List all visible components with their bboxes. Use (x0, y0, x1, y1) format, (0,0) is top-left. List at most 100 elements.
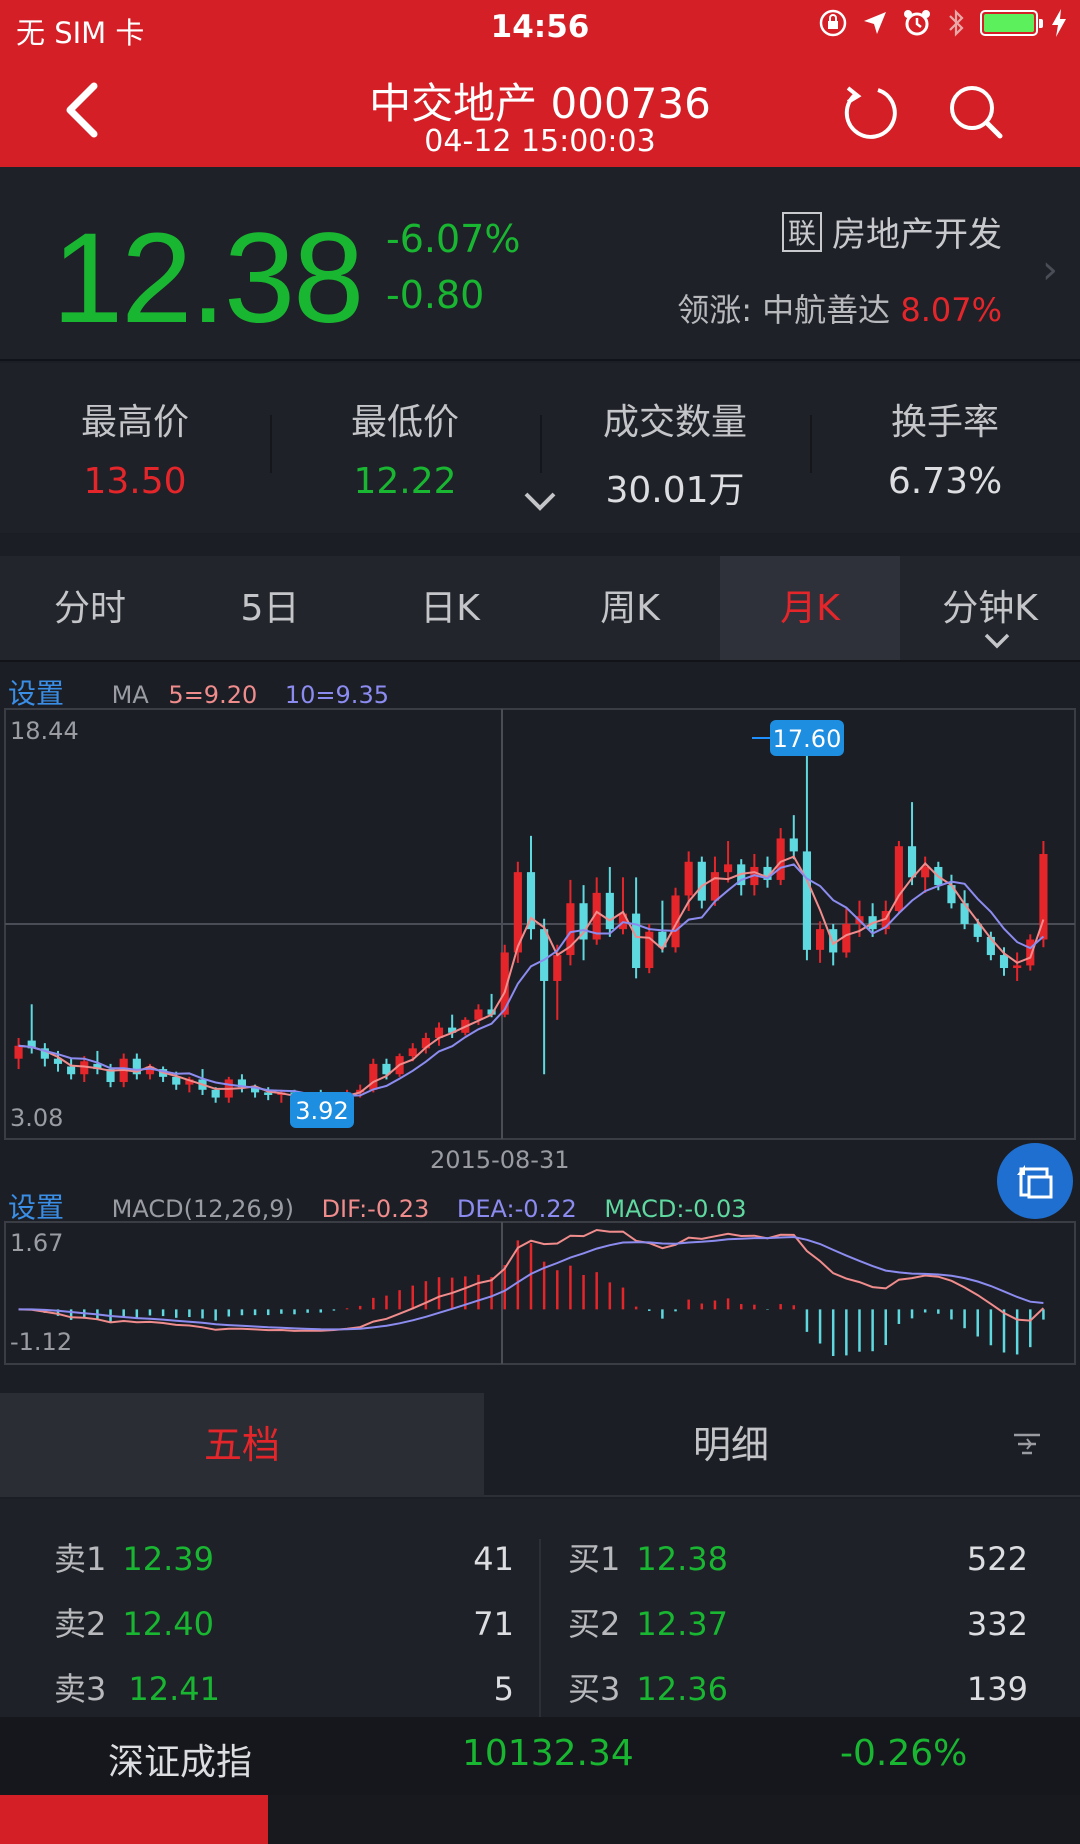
stat-value: 30.01万 (605, 470, 745, 511)
leader-percent: 8.07% (900, 291, 1002, 329)
leader-name: 中航善达 (762, 291, 891, 329)
candle-body (632, 913, 641, 969)
chevron-right-icon[interactable]: › (1042, 247, 1058, 293)
tab-weekly-k[interactable]: 周K (540, 556, 720, 660)
ma5-value: 5=9.20 (168, 681, 258, 709)
high-marker: 17.60 (752, 720, 844, 756)
bottom-nav-item[interactable] (268, 1795, 539, 1844)
status-icons (818, 8, 1066, 38)
candle-body (1026, 939, 1035, 966)
tab-minute-k[interactable]: 分钟K (900, 556, 1080, 660)
index-name: 深证成指 (108, 1742, 253, 1783)
landscape-icon (1017, 1165, 1053, 1199)
search-button[interactable] (944, 80, 1008, 144)
candle-body (211, 1089, 220, 1098)
stat-low: 最低价 12.22 (270, 393, 540, 502)
candle-body (172, 1076, 181, 1085)
refresh-icon (844, 86, 897, 139)
candle-body (553, 955, 562, 981)
location-icon (864, 12, 886, 34)
candle-body (815, 929, 825, 950)
sector-icon: 联 (782, 211, 822, 252)
sector-link[interactable]: 联 房地产开发 (782, 207, 1002, 256)
sector-name: 房地产开发 (832, 215, 1002, 255)
y-min-label: 3.08 (10, 1104, 63, 1132)
level-qty: 71 (473, 1605, 514, 1643)
bottom-nav-item[interactable] (539, 1795, 810, 1844)
rotation-lock-icon (819, 9, 847, 37)
index-value: 10132.34 (462, 1733, 634, 1774)
candle-body (921, 866, 930, 878)
change-percent: -6.07% (386, 217, 521, 261)
level-price: 12.36 (636, 1670, 728, 1708)
candle-body (67, 1066, 76, 1075)
kline-chart[interactable]: 18.44 3.08 17.60 3.92 (0, 706, 1080, 1142)
level-qty: 522 (966, 1540, 1028, 1578)
crosshair-date: 2015-08-31 (430, 1146, 570, 1174)
stat-label: 最低价 (350, 402, 459, 443)
stat-label: 换手率 (890, 402, 999, 443)
filter-icon (1014, 1433, 1040, 1455)
buy-row-3: 买3 12.36 139 (568, 1657, 1028, 1722)
buy-row-2: 买2 12.37 332 (568, 1592, 1028, 1657)
charging-icon (1052, 9, 1066, 37)
level-price: 12.41 (128, 1670, 220, 1708)
stat-value: 12.22 (353, 461, 457, 502)
macd-title: MACD(12,26,9) (111, 1195, 294, 1223)
candle-body (789, 838, 798, 852)
stat-value: 6.73% (887, 461, 1003, 502)
level-qty: 41 (473, 1540, 514, 1578)
candle-body (540, 929, 549, 981)
tab-daily-k[interactable]: 日K (360, 556, 540, 660)
sector-leader: 领涨: 中航善达 8.07% (677, 285, 1002, 331)
candle-body (697, 861, 706, 901)
tab-details[interactable]: 明细 (484, 1393, 978, 1497)
filter-button[interactable] (1012, 1429, 1042, 1459)
orderbook-tabs: 五档 明细 (0, 1393, 1080, 1497)
ma10-value: 10=9.35 (284, 681, 389, 709)
sell-row-2: 卖2 12.40 71 (54, 1592, 514, 1657)
back-button[interactable] (58, 80, 108, 140)
tab-monthly-k[interactable]: 月K (720, 556, 900, 660)
change-amount: -0.80 (386, 273, 485, 317)
candle-body (684, 861, 693, 896)
quote-panel[interactable]: 12.38 -6.07% -0.80 联 房地产开发 领涨: 中航善达 8.07… (0, 167, 1080, 361)
bottom-nav-item-active[interactable] (0, 1795, 268, 1844)
tab-label: 分钟K (942, 588, 1038, 629)
y-max-label: 18.44 (10, 717, 79, 745)
candle-body (724, 864, 733, 873)
candle-body (408, 1048, 417, 1057)
current-price: 12.38 (52, 207, 364, 350)
orderbook: 卖1 12.39 41 卖2 12.40 71 卖3 12.41 5 买1 12… (0, 1499, 1080, 1717)
quote-timestamp: 04-12 15:00:03 (424, 124, 656, 159)
bottom-nav-item[interactable] (809, 1795, 1080, 1844)
index-ticker[interactable]: 深证成指 10132.34 -0.26% (0, 1717, 1080, 1795)
battery-icon (980, 10, 1043, 36)
high-marker-text: 17.60 (773, 725, 842, 753)
dif-value: DIF:-0.23 (321, 1195, 430, 1223)
tab-intraday[interactable]: 分时 (0, 556, 180, 660)
fullscreen-button[interactable] (997, 1143, 1073, 1219)
candle-body (14, 1045, 23, 1059)
candle-body (369, 1063, 378, 1090)
expand-stats-button[interactable] (522, 488, 558, 514)
candle-body (776, 838, 785, 880)
buy-row-1: 买1 12.38 522 (568, 1527, 1028, 1592)
macd-chart[interactable]: 1.67 -1.12 (0, 1220, 1080, 1366)
sell-row-3: 卖3 12.41 5 (54, 1657, 514, 1722)
level-price: 12.37 (636, 1605, 728, 1643)
candle-body (802, 851, 811, 950)
candle-body (1013, 965, 1022, 969)
tab-five-levels[interactable]: 五档 (0, 1393, 484, 1497)
candle-body (605, 892, 614, 930)
candle-body (907, 846, 917, 878)
stock-title: 中交地产 000736 (369, 79, 711, 128)
tab-5day[interactable]: 5日 (180, 556, 360, 660)
search-icon (950, 86, 1003, 139)
dea-value: DEA:-0.22 (456, 1195, 577, 1223)
candle-body (710, 872, 720, 901)
alarm-icon (904, 10, 930, 36)
refresh-button[interactable] (838, 80, 902, 144)
stats-row: 最高价 13.50 最低价 12.22 成交数量 30.01万 换手率 6.73… (0, 363, 1080, 533)
back-arrow-icon (66, 82, 98, 138)
